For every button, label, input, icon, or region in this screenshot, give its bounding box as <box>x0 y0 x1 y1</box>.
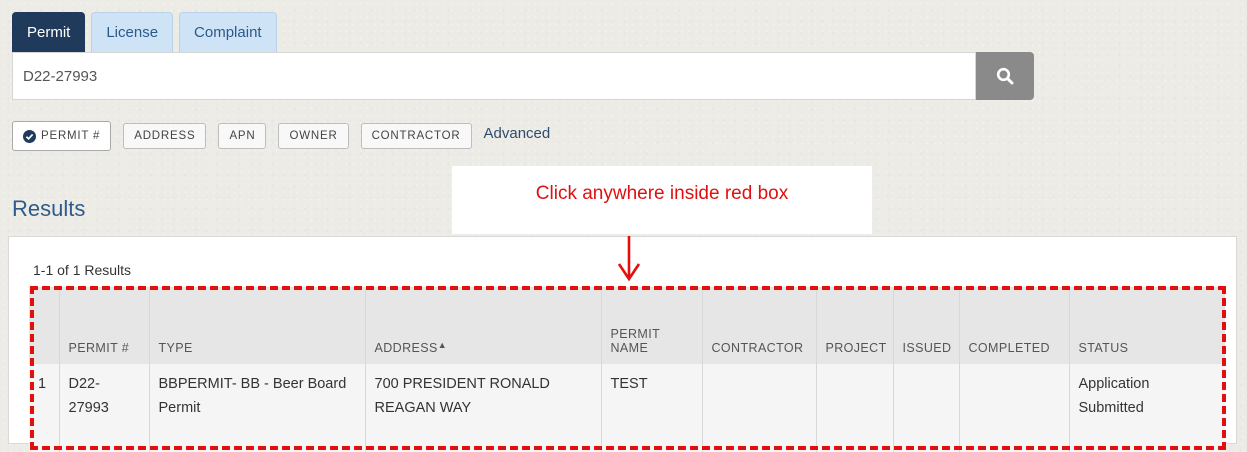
cell-type[interactable]: BBPERMIT- BB - Beer Board Permit <box>148 364 365 452</box>
row-index: 1 <box>29 364 59 452</box>
annotation-callout: Click anywhere inside red box <box>452 166 872 234</box>
annotation-text: Click anywhere inside red box <box>535 183 789 204</box>
cell-issued[interactable] <box>892 364 959 452</box>
search-bar <box>12 52 1034 100</box>
filter-address[interactable]: ADDRESS <box>123 123 207 149</box>
filter-owner[interactable]: OWNER <box>278 123 349 149</box>
cell-permit-name[interactable]: TEST <box>600 364 702 452</box>
cell-contractor[interactable] <box>701 364 816 452</box>
search-icon <box>996 67 1014 85</box>
tab-permit[interactable]: Permit <box>12 12 86 52</box>
sort-ascending-icon: ▲ <box>437 340 448 350</box>
cell-project[interactable] <box>815 364 893 452</box>
column-header-permit[interactable]: PERMIT # <box>58 287 149 364</box>
filter-contractor[interactable]: CONTRACTOR <box>360 123 472 149</box>
cell-permit[interactable]: D22-27993 <box>58 364 149 452</box>
tab-license[interactable]: License <box>91 12 174 52</box>
search-input[interactable] <box>12 52 976 100</box>
search-filters: PERMIT # ADDRESS APN OWNER CONTRACTOR Ad… <box>12 121 550 151</box>
check-circle-icon <box>23 129 36 143</box>
filter-apn[interactable]: APN <box>218 123 267 149</box>
column-header-completed[interactable]: COMPLETED <box>958 287 1069 364</box>
column-header-permit-name[interactable]: PERMIT NAME <box>600 287 702 364</box>
results-heading: Results <box>12 196 86 221</box>
filter-permit-number[interactable]: PERMIT # <box>12 121 112 151</box>
results-count: 1-1 of 1 Results <box>33 262 132 278</box>
filter-label: PERMIT # <box>41 130 101 142</box>
tab-complaint[interactable]: Complaint <box>179 12 277 52</box>
column-header-project[interactable]: PROJECT <box>815 287 893 364</box>
column-header-address-label: ADDRESS <box>374 341 438 355</box>
results-table: PERMIT # TYPE ADDRESS▲ PERMIT NAME CONTR… <box>29 287 1225 452</box>
search-button[interactable] <box>976 52 1034 100</box>
search-type-tabs: Permit License Complaint <box>12 12 277 52</box>
annotation-arrow-down-icon <box>617 236 641 282</box>
column-header-issued[interactable]: ISSUED <box>892 287 959 364</box>
column-header-type[interactable]: TYPE <box>148 287 365 364</box>
table-header-row: PERMIT # TYPE ADDRESS▲ PERMIT NAME CONTR… <box>29 287 1225 364</box>
cell-address[interactable]: 700 PRESIDENT RONALD REAGAN WAY <box>364 364 601 452</box>
column-header-address[interactable]: ADDRESS▲ <box>364 287 601 364</box>
table-row[interactable]: 1 D22-27993 BBPERMIT- BB - Beer Board Pe… <box>29 364 1225 452</box>
cell-status[interactable]: Application Submitted <box>1068 364 1225 452</box>
cell-completed[interactable] <box>958 364 1069 452</box>
advanced-search-link[interactable]: Advanced <box>484 125 551 142</box>
column-header-index <box>29 287 59 364</box>
column-header-contractor[interactable]: CONTRACTOR <box>701 287 816 364</box>
column-header-status[interactable]: STATUS <box>1068 287 1225 364</box>
